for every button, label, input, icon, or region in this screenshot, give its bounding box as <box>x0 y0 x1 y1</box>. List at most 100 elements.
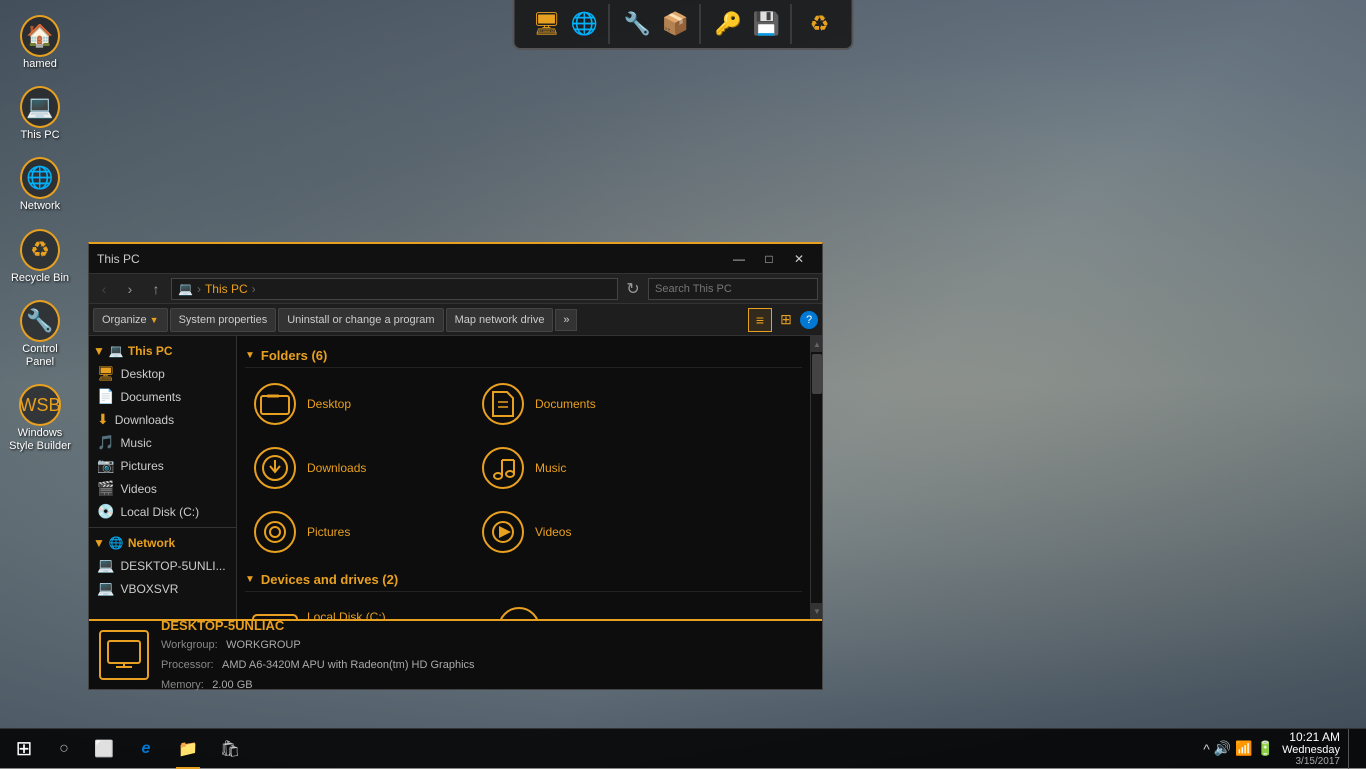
sidebar-item-downloads[interactable]: ⬇ Downloads <box>89 408 236 431</box>
scroll-up-button[interactable]: ▲ <box>811 336 822 352</box>
sidebar-this-pc-label: This PC <box>128 344 173 358</box>
toolbar-group-3: 🔑 💾 <box>705 4 792 44</box>
sidebar-downloads-icon: ⬇ <box>97 411 109 428</box>
toolbar-icon-disk[interactable]: 💾 <box>749 6 785 42</box>
sidebar-item-videos[interactable]: 🎬 Videos <box>89 477 236 500</box>
view-details-button[interactable]: ≡ <box>748 308 772 332</box>
drive-local-disk-c[interactable]: Local Disk (C:) 19.6 GB free of 31.5 GB <box>245 600 473 619</box>
breadcrumb[interactable]: 💻 › This PC › <box>171 278 618 300</box>
sidebar-item-pictures[interactable]: 📷 Pictures <box>89 454 236 477</box>
tray-battery-icon[interactable]: 🔋 <box>1257 740 1274 757</box>
toolbar-more-button[interactable]: » <box>555 309 577 331</box>
sidebar-item-documents[interactable]: 📄 Documents <box>89 385 236 408</box>
folder-music[interactable]: Music <box>473 440 693 496</box>
search-input[interactable] <box>648 278 818 300</box>
folders-grid: Desktop Documents <box>245 376 802 560</box>
desktop-icon-recycle-bin[interactable]: ♻ Recycle Bin <box>4 224 76 291</box>
toolbar-icon-globe[interactable]: 🌐 <box>567 6 603 42</box>
close-button[interactable]: ✕ <box>784 248 814 270</box>
search-button[interactable]: ○ <box>46 731 82 767</box>
tray-chevron[interactable]: ^ <box>1203 741 1210 757</box>
desktop-icon-network-label: Network <box>20 200 60 213</box>
sidebar-network-label: Network <box>128 536 175 550</box>
folder-desktop[interactable]: Desktop <box>245 376 465 432</box>
system-tray: ^ 🔊 📶 🔋 <box>1203 740 1274 757</box>
map-network-drive-button[interactable]: Map network drive <box>446 308 554 332</box>
system-properties-button[interactable]: System properties <box>170 308 277 332</box>
scroll-thumb[interactable] <box>812 354 822 394</box>
folders-section-header[interactable]: ▼ Folders (6) <box>245 348 802 368</box>
desktop-icon-control-panel-label: Control Panel <box>8 343 72 369</box>
up-button[interactable]: ↑ <box>145 278 167 300</box>
desktop-icon-windows-style-builder[interactable]: WSB WindowsStyle Builder <box>4 379 76 459</box>
folder-videos[interactable]: Videos <box>473 504 693 560</box>
sidebar-this-pc-icon: 💻 <box>109 344 124 358</box>
toolbar-icon-monitor[interactable]: 🖥 <box>529 6 565 42</box>
clock-day-date: 3/15/2017 <box>1282 756 1340 767</box>
drives-grid: Local Disk (C:) 19.6 GB free of 31.5 GB <box>245 600 802 619</box>
status-memory-label: Memory: <box>161 679 204 691</box>
desktop-icon-network[interactable]: 🌐 Network <box>4 152 76 219</box>
folder-downloads[interactable]: Downloads <box>245 440 465 496</box>
show-desktop-button[interactable] <box>1348 729 1354 769</box>
view-tiles-button[interactable]: ⊞ <box>774 308 798 332</box>
drive-cd-drive-d[interactable]: CD Drive (D:) <box>489 600 629 619</box>
sidebar-this-pc-header[interactable]: ▼ 💻 This PC <box>89 340 236 362</box>
sidebar-network-header[interactable]: ▼ 🌐 Network <box>89 532 236 554</box>
taskbar-edge-button[interactable]: e <box>126 729 166 769</box>
toolbar-icon-key[interactable]: 🔑 <box>711 6 747 42</box>
sidebar-desktop5unl-icon: 💻 <box>97 557 114 574</box>
taskbar-store-button[interactable]: 🛍 <box>210 729 250 769</box>
desktop-icon-wsb-label: WindowsStyle Builder <box>9 427 71 453</box>
toolbar-icon-wrench[interactable]: 🔧 <box>620 6 656 42</box>
tray-network-icon[interactable]: 📶 <box>1235 740 1252 757</box>
folder-downloads-icon <box>251 444 299 492</box>
start-button[interactable]: ⊞ <box>4 729 44 769</box>
back-button[interactable]: ‹ <box>93 278 115 300</box>
desktop-icon-hamed[interactable]: 🏠 hamed <box>4 10 76 77</box>
scroll-down-button[interactable]: ▼ <box>811 603 822 619</box>
organize-button[interactable]: Organize ▼ <box>93 308 168 332</box>
minimize-button[interactable]: — <box>724 248 754 270</box>
folder-documents-label: Documents <box>535 397 596 411</box>
maximize-button[interactable]: □ <box>754 248 784 270</box>
folder-desktop-icon <box>251 380 299 428</box>
status-computer-icon <box>99 630 149 680</box>
toolbar-icon-blocks[interactable]: 📦 <box>658 6 694 42</box>
folder-pictures-label: Pictures <box>307 525 350 539</box>
refresh-button[interactable]: ↻ <box>622 278 644 300</box>
sidebar: ▼ 💻 This PC 🖥 Desktop 📄 Documents ⬇ Down… <box>89 336 237 619</box>
desktop-icon-this-pc[interactable]: 💻 This PC <box>4 81 76 148</box>
toolbar-icon-recycle[interactable]: ♻ <box>802 6 838 42</box>
sidebar-item-local-disk[interactable]: 💿 Local Disk (C:) <box>89 500 236 523</box>
desktop-icon-control-panel[interactable]: 🔧 Control Panel <box>4 295 76 375</box>
breadcrumb-computer-icon: 💻 <box>178 282 193 296</box>
tray-speaker-icon[interactable]: 🔊 <box>1214 740 1231 757</box>
folder-pictures[interactable]: Pictures <box>245 504 465 560</box>
taskbar-explorer-button[interactable]: 📁 <box>168 729 208 769</box>
folder-desktop-label: Desktop <box>307 397 351 411</box>
folder-pictures-icon <box>251 508 299 556</box>
task-view-button[interactable]: ⬜ <box>84 729 124 769</box>
forward-button[interactable]: › <box>119 278 141 300</box>
scrollbar[interactable]: ▲ ▼ <box>810 336 822 619</box>
view-help-button[interactable]: ? <box>800 311 818 329</box>
main-panel: ▼ Folders (6) Desktop <box>237 336 810 619</box>
status-processor-value: AMD A6-3420M APU with Radeon(tm) HD Grap… <box>222 659 474 671</box>
sidebar-item-vboxsvr[interactable]: 💻 VBOXSVR <box>89 577 236 600</box>
sidebar-item-desktop[interactable]: 🖥 Desktop <box>89 362 236 385</box>
sidebar-item-music[interactable]: 🎵 Music <box>89 431 236 454</box>
uninstall-button[interactable]: Uninstall or change a program <box>278 308 443 332</box>
folders-arrow: ▼ <box>245 350 255 361</box>
address-bar: ‹ › ↑ 💻 › This PC › ↻ <box>89 274 822 304</box>
drives-section-header[interactable]: ▼ Devices and drives (2) <box>245 572 802 592</box>
folder-documents[interactable]: Documents <box>473 376 693 432</box>
breadcrumb-this-pc: This PC <box>205 282 248 296</box>
clock[interactable]: 10:21 AM Wednesday 3/15/2017 <box>1282 730 1340 767</box>
sidebar-local-disk-icon: 💿 <box>97 503 114 520</box>
sidebar-item-desktop5unl[interactable]: 💻 DESKTOP-5UNLI... <box>89 554 236 577</box>
sidebar-videos-icon: 🎬 <box>97 480 114 497</box>
sidebar-network-arrow: ▼ <box>93 536 105 550</box>
taskbar-pinned-apps: e 📁 🛍 <box>126 729 250 769</box>
titlebar-title: This PC <box>97 252 724 266</box>
